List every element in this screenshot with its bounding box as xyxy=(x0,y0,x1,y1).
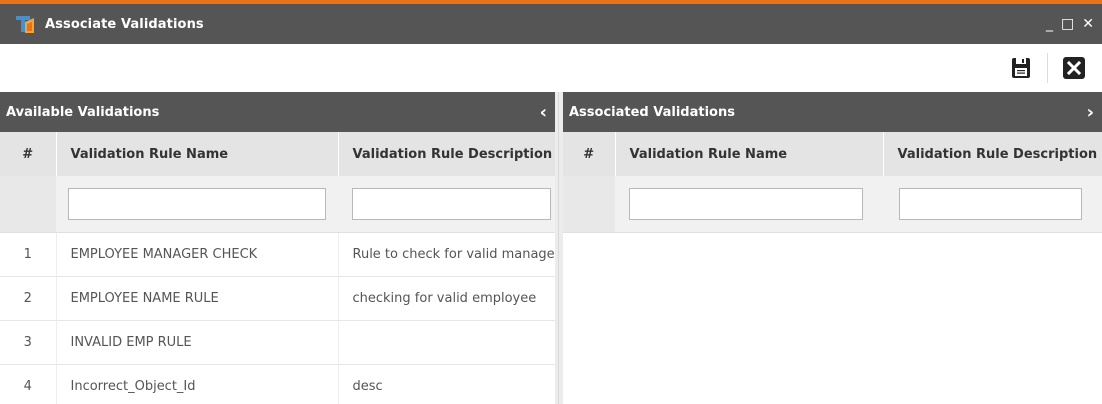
close-window-button[interactable]: ✕ xyxy=(1082,17,1094,31)
column-header-rule-description[interactable]: Validation Rule Description xyxy=(338,132,555,176)
filter-cell-rule-description xyxy=(883,176,1102,233)
column-header-number[interactable]: # xyxy=(0,132,57,176)
row-number: 1 xyxy=(0,232,57,277)
associated-validations-panel: Associated Validations › # Validation Ru… xyxy=(563,92,1102,404)
save-button[interactable] xyxy=(1007,54,1035,82)
table-row[interactable]: 4 Incorrect_Object_Id desc xyxy=(0,364,555,404)
rule-description-filter-input[interactable] xyxy=(352,188,551,220)
app-logo-icon xyxy=(15,14,35,34)
associated-validations-header: Associated Validations › xyxy=(563,92,1102,132)
available-validations-title: Available Validations xyxy=(6,104,160,120)
toolbar xyxy=(0,44,1102,92)
filter-cell-rule-description xyxy=(338,176,555,233)
rule-name-filter-input[interactable] xyxy=(68,188,326,220)
maximize-button[interactable]: □ xyxy=(1061,17,1074,31)
filter-row xyxy=(563,176,1102,233)
rule-description-cell xyxy=(338,320,555,365)
close-box-icon xyxy=(1063,57,1085,79)
collapse-left-chevron-icon[interactable]: ‹ xyxy=(540,102,547,123)
row-number: 2 xyxy=(0,276,57,321)
rule-description-filter-input[interactable] xyxy=(899,188,1082,220)
table-row[interactable]: 1 EMPLOYEE MANAGER CHECK Rule to check f… xyxy=(0,232,555,277)
table-row[interactable]: 3 INVALID EMP RULE xyxy=(0,320,555,365)
rule-description-cell: desc xyxy=(338,364,555,404)
rule-name-cell: INVALID EMP RULE xyxy=(56,320,339,365)
save-icon xyxy=(1012,58,1030,78)
table-header-row: # Validation Rule Name Validation Rule D… xyxy=(563,132,1102,176)
associated-validations-title: Associated Validations xyxy=(569,104,735,120)
window-title: Associate Validations xyxy=(45,16,204,32)
column-header-number[interactable]: # xyxy=(563,132,616,176)
associate-validations-window: Associate Validations _ □ ✕ Available Va… xyxy=(0,0,1102,404)
available-validations-table: # Validation Rule Name Validation Rule D… xyxy=(0,132,555,404)
title-bar: Associate Validations _ □ ✕ xyxy=(0,4,1102,44)
column-header-rule-name[interactable]: Validation Rule Name xyxy=(615,132,884,176)
table-header-row: # Validation Rule Name Validation Rule D… xyxy=(0,132,555,176)
rule-name-cell: EMPLOYEE NAME RULE xyxy=(56,276,339,321)
close-button[interactable] xyxy=(1060,54,1088,82)
rule-description-cell: checking for valid employee xyxy=(338,276,555,321)
filter-cell-number xyxy=(0,176,56,233)
rule-description-cell: Rule to check for valid manager xyxy=(338,232,555,277)
minimize-button[interactable]: _ xyxy=(1046,17,1053,31)
column-header-rule-name[interactable]: Validation Rule Name xyxy=(56,132,339,176)
collapse-right-chevron-icon[interactable]: › xyxy=(1087,102,1094,123)
filter-cell-rule-name xyxy=(615,176,883,233)
row-number: 4 xyxy=(0,364,57,404)
filter-cell-rule-name xyxy=(56,176,338,233)
rule-name-filter-input[interactable] xyxy=(629,188,863,220)
rule-name-cell: Incorrect_Object_Id xyxy=(56,364,339,404)
table-row[interactable]: 2 EMPLOYEE NAME RULE checking for valid … xyxy=(0,276,555,321)
panel-splitter[interactable] xyxy=(555,92,563,404)
filter-row xyxy=(0,176,555,233)
available-validations-header: Available Validations ‹ xyxy=(0,92,555,132)
filter-cell-number xyxy=(563,176,615,233)
row-number: 3 xyxy=(0,320,57,365)
rule-name-cell: EMPLOYEE MANAGER CHECK xyxy=(56,232,339,277)
associated-validations-table: # Validation Rule Name Validation Rule D… xyxy=(563,132,1102,233)
column-header-rule-description[interactable]: Validation Rule Description xyxy=(883,132,1102,176)
available-validations-panel: Available Validations ‹ # Validation Rul… xyxy=(0,92,555,404)
toolbar-separator xyxy=(1047,53,1048,83)
